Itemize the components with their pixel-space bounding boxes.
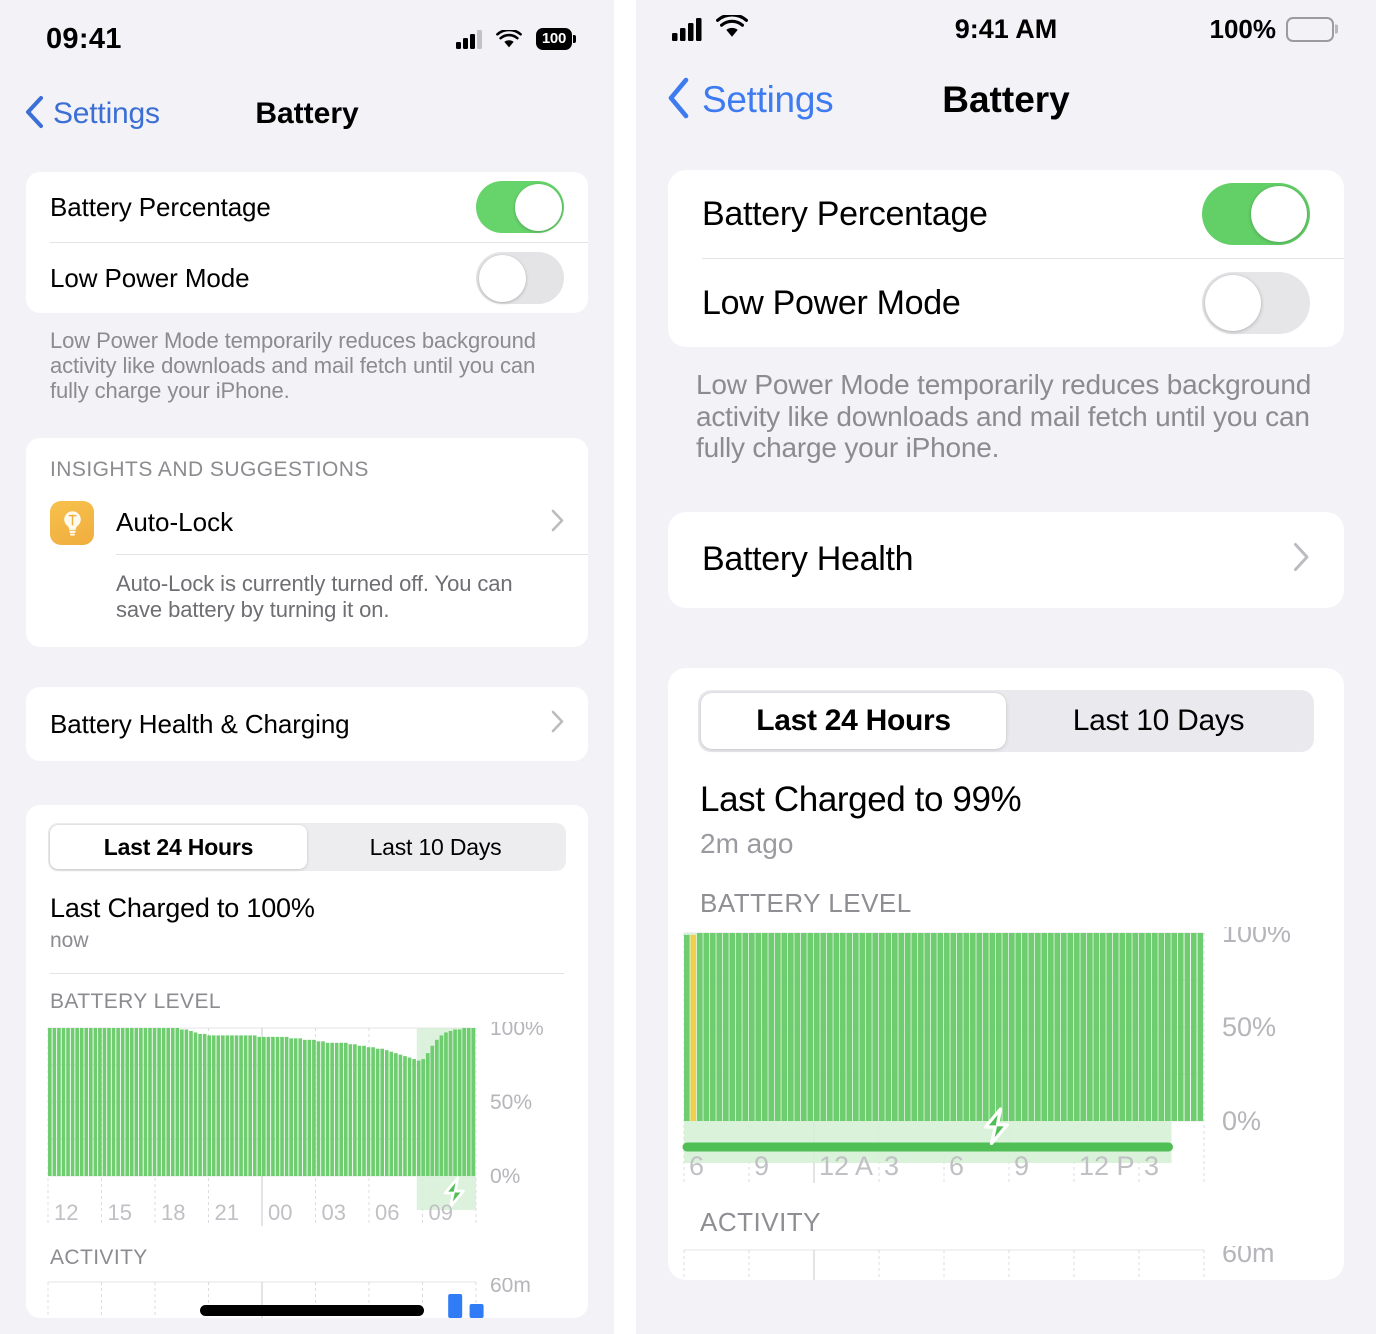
svg-text:03: 03 bbox=[322, 1200, 346, 1225]
svg-text:6: 6 bbox=[689, 1151, 704, 1181]
right-usage-card: Last 24 Hours Last 10 Days Last Charged … bbox=[668, 667, 1344, 1280]
toggle-knob bbox=[1251, 186, 1307, 242]
chevron-right-icon bbox=[1293, 542, 1310, 577]
insight-item-auto-lock[interactable]: Auto-Lock bbox=[26, 492, 588, 554]
toggle-knob bbox=[514, 183, 562, 231]
left-usage-card: Last 24 Hours Last 10 Days Last Charged … bbox=[26, 805, 588, 1319]
lightbulb-icon bbox=[50, 500, 94, 545]
right-nav-bar: Settings Battery bbox=[636, 58, 1376, 142]
svg-text:9: 9 bbox=[1014, 1151, 1029, 1181]
svg-text:12: 12 bbox=[54, 1200, 78, 1225]
svg-text:12 P: 12 P bbox=[1079, 1151, 1135, 1181]
home-indicator bbox=[200, 1305, 424, 1316]
usage-range-segmented-control[interactable]: Last 24 Hours Last 10 Days bbox=[48, 823, 566, 872]
right-phone-screen: 9:41 AM 100% Settings Battery Battery Pe… bbox=[636, 0, 1376, 1334]
insight-description: Auto-Lock is currently turned off. You c… bbox=[116, 570, 513, 622]
left-phone-screen: 09:41 100 Settings Battery Battery Perce… bbox=[0, 0, 614, 1334]
status-bar-clock: 9:41 AM bbox=[954, 13, 1058, 44]
row-battery-health-charging[interactable]: Battery Health & Charging bbox=[26, 687, 588, 761]
usage-range-segmented-control[interactable]: Last 24 Hours Last 10 Days bbox=[698, 689, 1314, 752]
segment-last-10-days[interactable]: Last 10 Days bbox=[307, 825, 564, 869]
row-label: Low Power Mode bbox=[702, 283, 961, 322]
svg-text:0%: 0% bbox=[1222, 1106, 1261, 1136]
activity-chart[interactable]: 60m bbox=[668, 1238, 1344, 1280]
page-title: Battery bbox=[942, 79, 1070, 120]
battery-health-charging-card: Battery Health & Charging bbox=[26, 687, 588, 762]
chevron-right-icon bbox=[551, 710, 564, 738]
svg-text:100%: 100% bbox=[1222, 927, 1291, 948]
last-charged-title: Last Charged to 99% bbox=[700, 779, 1022, 819]
toggle-knob bbox=[478, 254, 526, 302]
svg-text:50%: 50% bbox=[490, 1091, 532, 1114]
svg-text:0%: 0% bbox=[490, 1165, 520, 1188]
insights-card: INSIGHTS AND SUGGESTIONS Auto-Lock Auto-… bbox=[26, 437, 588, 648]
segment-last-24-hours[interactable]: Last 24 Hours bbox=[701, 692, 1006, 749]
battery-level-chart[interactable]: 100% 50% 0% 6 9 12 A 3 6 9 12 P 3 bbox=[668, 919, 1344, 1197]
row-label: Battery Percentage bbox=[50, 191, 271, 222]
row-label: Battery Health bbox=[702, 540, 914, 579]
status-bar-clock: 09:41 bbox=[46, 22, 122, 55]
last-charged-subtitle: 2m ago bbox=[700, 827, 794, 859]
low-power-mode-footnote: Low Power Mode temporarily reduces backg… bbox=[696, 369, 1312, 464]
battery-health-card: Battery Health bbox=[668, 511, 1344, 608]
chevron-left-icon bbox=[24, 95, 44, 134]
row-low-power-mode[interactable]: Low Power Mode bbox=[26, 243, 588, 313]
svg-text:60m: 60m bbox=[490, 1278, 531, 1297]
activity-chart-header: ACTIVITY bbox=[700, 1206, 822, 1237]
svg-text:09: 09 bbox=[429, 1200, 453, 1225]
right-toggles-card: Battery Percentage Low Power Mode bbox=[668, 170, 1344, 347]
low-power-mode-toggle[interactable] bbox=[476, 252, 564, 304]
svg-text:06: 06 bbox=[375, 1200, 399, 1225]
battery-level-chart-header: BATTERY LEVEL bbox=[50, 990, 221, 1014]
svg-text:3: 3 bbox=[884, 1151, 899, 1181]
low-power-mode-footnote: Low Power Mode temporarily reduces backg… bbox=[50, 328, 536, 403]
left-toggles-card: Battery Percentage Low Power Mode bbox=[26, 172, 588, 313]
svg-text:15: 15 bbox=[108, 1200, 132, 1225]
cellular-bars-icon bbox=[456, 29, 482, 49]
battery-percentage-toggle[interactable] bbox=[1202, 183, 1310, 245]
chevron-right-icon bbox=[551, 509, 564, 537]
last-charged-subtitle: now bbox=[50, 929, 89, 953]
left-nav-bar: Settings Battery bbox=[0, 78, 614, 150]
svg-text:60m: 60m bbox=[1222, 1246, 1275, 1268]
low-power-mode-toggle[interactable] bbox=[1202, 272, 1310, 334]
svg-text:18: 18 bbox=[161, 1200, 185, 1225]
battery-full-icon bbox=[1286, 16, 1334, 42]
row-low-power-mode[interactable]: Low Power Mode bbox=[668, 259, 1344, 347]
panel-divider bbox=[614, 0, 636, 1334]
row-label: Battery Health & Charging bbox=[50, 708, 350, 739]
svg-text:00: 00 bbox=[268, 1200, 292, 1225]
segment-last-24-hours[interactable]: Last 24 Hours bbox=[50, 825, 307, 870]
svg-text:100%: 100% bbox=[490, 1022, 544, 1040]
segment-last-10-days[interactable]: Last 10 Days bbox=[1006, 693, 1311, 749]
svg-text:12 A: 12 A bbox=[819, 1151, 873, 1181]
dual-screenshot-stage: 09:41 100 Settings Battery Battery Perce… bbox=[0, 0, 1376, 1334]
right-status-bar: 9:41 AM 100% bbox=[636, 0, 1376, 58]
insights-header: INSIGHTS AND SUGGESTIONS bbox=[50, 457, 369, 481]
wifi-icon bbox=[495, 28, 522, 49]
row-label: Battery Percentage bbox=[702, 194, 988, 233]
battery-full-icon: 100 bbox=[535, 28, 572, 50]
battery-level-chart-header: BATTERY LEVEL bbox=[700, 887, 912, 918]
svg-text:21: 21 bbox=[215, 1200, 239, 1225]
row-label: Low Power Mode bbox=[50, 262, 250, 293]
activity-chart-header: ACTIVITY bbox=[50, 1246, 148, 1270]
svg-text:6: 6 bbox=[949, 1151, 964, 1181]
svg-text:9: 9 bbox=[754, 1151, 769, 1181]
row-battery-health[interactable]: Battery Health bbox=[668, 512, 1344, 608]
row-battery-percentage[interactable]: Battery Percentage bbox=[668, 170, 1344, 258]
back-button-label: Settings bbox=[53, 97, 160, 130]
left-status-bar: 09:41 100 bbox=[0, 0, 614, 78]
svg-text:50%: 50% bbox=[1222, 1012, 1276, 1042]
insight-item-label: Auto-Lock bbox=[116, 507, 234, 538]
battery-percentage-toggle[interactable] bbox=[476, 181, 564, 233]
battery-level-chart[interactable]: 100% 50% 0% 12 15 18 21 00 03 06 09 bbox=[26, 1014, 588, 1240]
last-charged-title: Last Charged to 100% bbox=[50, 893, 315, 924]
toggle-knob bbox=[1205, 275, 1261, 331]
row-battery-percentage[interactable]: Battery Percentage bbox=[26, 172, 588, 242]
svg-text:3: 3 bbox=[1144, 1151, 1159, 1181]
back-button-settings[interactable]: Settings bbox=[24, 95, 160, 134]
